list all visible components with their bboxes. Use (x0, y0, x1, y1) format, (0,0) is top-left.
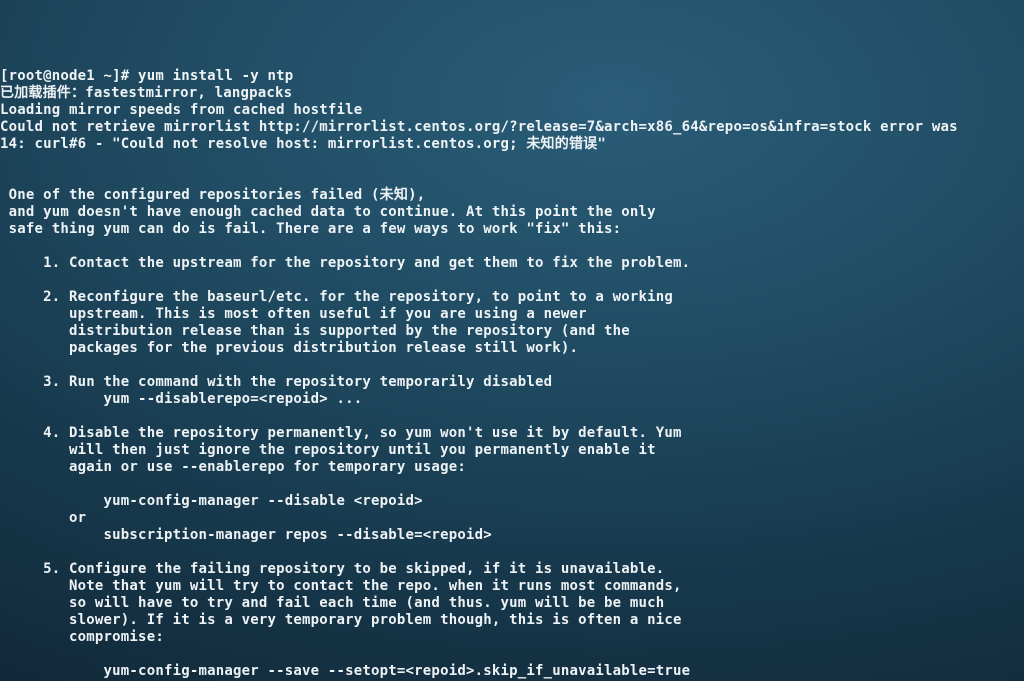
terminal-output[interactable]: [root@node1 ~]# yum install -y ntp 已加载插件… (0, 68, 1024, 681)
